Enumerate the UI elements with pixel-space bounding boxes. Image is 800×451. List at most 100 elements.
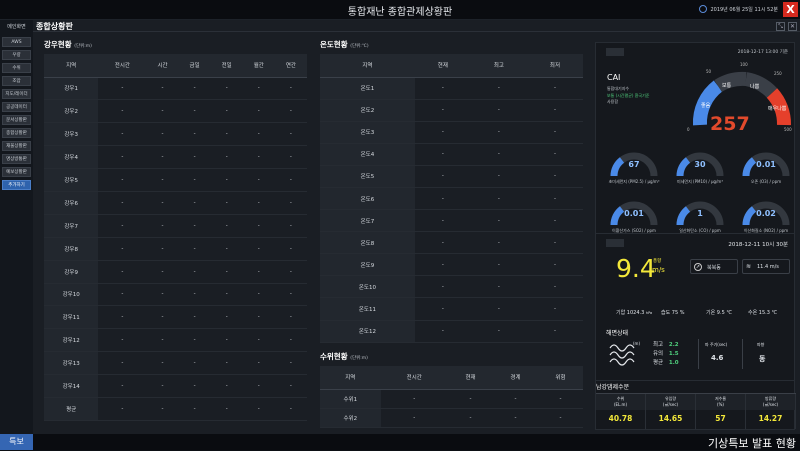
row-name: 수위2 <box>320 408 381 428</box>
cell: - <box>414 253 471 277</box>
cell: - <box>470 209 527 233</box>
row-name: 온도9 <box>320 253 415 277</box>
cell: - <box>414 231 471 255</box>
row-name: 강우8 <box>44 237 99 261</box>
row-name: 온도4 <box>320 143 415 166</box>
wave-row: 유의 1.5 <box>653 349 679 358</box>
cell: - <box>274 260 307 284</box>
scale-good: 좋음 <box>701 103 711 109</box>
cell: - <box>242 77 275 101</box>
cell: - <box>210 374 243 398</box>
table-row: 강우2- - - - - - <box>44 99 307 124</box>
sidebar-item[interactable]: 문서상황판 <box>2 115 31 125</box>
main-header: 종합상황판 ⤡ ✕ <box>33 20 800 32</box>
wave-dir-label: 파향 <box>757 342 765 347</box>
column-header: 지역 <box>320 54 415 78</box>
cell: - <box>493 389 538 409</box>
sidebar: 메인화면 AWS 우량수위조압지도/레이더공공데이터문서상황판종합상황판재울상황판… <box>0 20 33 434</box>
column-header: 지역 <box>44 54 99 78</box>
cell: - <box>274 122 307 147</box>
cell: - <box>178 397 211 421</box>
rain-title: 강우현황 (단위:m) <box>44 40 92 49</box>
cell: - <box>146 122 179 147</box>
cell: - <box>448 389 493 409</box>
cell: - <box>526 165 583 188</box>
sidebar-item[interactable]: 추가하기 <box>2 180 31 190</box>
cell: - <box>274 374 307 398</box>
sidebar-item[interactable]: 재울상황판 <box>2 141 31 151</box>
row-name: 강우2 <box>44 99 99 124</box>
table-row: 수위1- - - - <box>320 389 583 409</box>
air-quality-panel: 2018-12-17 13:00 기준 CAI 통합대기지수 보통 (시간평균)… <box>595 42 795 235</box>
cell: - <box>178 260 211 284</box>
cell: - <box>178 77 211 101</box>
top-bar: 통합재난 종합관제상황판 2019년 06월 25일 11시 52분 X <box>0 0 800 20</box>
alert-tag[interactable]: 특보 <box>0 434 33 450</box>
cell: - <box>526 231 583 255</box>
scale-tick-250: 250 <box>774 71 782 76</box>
cell: - <box>178 374 211 398</box>
cell: - <box>274 214 307 238</box>
row-name: 온도3 <box>320 121 415 144</box>
column-header: 시간 <box>146 54 179 78</box>
cell: - <box>98 168 147 192</box>
row-name: 온도5 <box>320 165 415 188</box>
cell: - <box>210 351 243 376</box>
close-button[interactable]: X <box>783 2 798 17</box>
direction-box: ➚ 북북동 <box>690 259 738 274</box>
table-row: 온도4- - - <box>320 143 583 166</box>
cell: - <box>470 143 527 166</box>
gauge-value: 0.01 <box>624 209 644 218</box>
dam-value: 57 <box>715 414 726 423</box>
row-name: 온도2 <box>320 99 415 122</box>
table-row: 강우5- - - - - - <box>44 168 307 192</box>
row-name: 수위1 <box>320 389 381 409</box>
cell: - <box>146 99 179 124</box>
dam-header: 저수율 (%) <box>696 394 745 410</box>
cell: - <box>146 305 179 330</box>
sidebar-item[interactable]: 수위 <box>2 63 31 73</box>
row-name: 강우1 <box>44 77 99 101</box>
cell: - <box>98 122 147 147</box>
sidebar-item[interactable]: 명상방통판 <box>2 154 31 164</box>
cell: - <box>146 397 179 421</box>
wind-direction: 북북동 <box>707 265 721 271</box>
scale-bad: 나쁨 <box>750 83 760 90</box>
cell: - <box>526 99 583 122</box>
wind-icon: ≋ <box>746 263 752 270</box>
sidebar-item[interactable]: 지도/레이더 <box>2 89 31 99</box>
cell: - <box>178 214 211 238</box>
sidebar-item[interactable]: 예보상황판 <box>2 167 31 177</box>
cell: - <box>146 283 179 307</box>
wave-value: 2.2 <box>668 342 679 348</box>
sidebar-item[interactable]: 우량 <box>2 50 31 60</box>
cell: - <box>242 351 275 376</box>
sidebar-item[interactable]: 공공데이터 <box>2 102 31 112</box>
cell: - <box>242 214 275 238</box>
cell: - <box>178 351 211 376</box>
cell: - <box>98 191 147 215</box>
panel-close-button[interactable]: ✕ <box>788 22 797 31</box>
sidebar-item[interactable]: AWS <box>2 37 31 47</box>
cell: - <box>210 328 243 353</box>
temp-title: 온도현황 (단위:℃) <box>320 40 369 49</box>
weather-panel: 2018-12-11 10시 30분 9.4 풍향 m/s ➚ 북북동 ≋ 11… <box>595 233 795 388</box>
sidebar-item[interactable]: 조압 <box>2 76 31 86</box>
cell: - <box>414 99 471 122</box>
dam-header: 유입량 (㎥/sec) <box>646 394 695 410</box>
app-title: 통합재난 종합관제상황판 <box>347 7 453 18</box>
cell: - <box>414 209 471 233</box>
cell: - <box>242 260 275 284</box>
wave-dir-value: 동 <box>759 355 766 363</box>
cell: - <box>98 397 147 421</box>
expand-button[interactable]: ⤡ <box>776 22 785 31</box>
cell: - <box>146 145 179 170</box>
column-header: 지역 <box>320 366 381 390</box>
table-row: 온도12- - - <box>320 320 583 343</box>
wind-speed: 9.4 <box>616 254 656 283</box>
column-header: 전시간 <box>98 54 147 78</box>
row-name: 온도12 <box>320 320 415 343</box>
table-row: 강우4- - - - - - <box>44 145 307 170</box>
sidebar-home[interactable]: 메인화면 <box>0 20 33 37</box>
sidebar-item[interactable]: 종합상황판 <box>2 128 31 138</box>
